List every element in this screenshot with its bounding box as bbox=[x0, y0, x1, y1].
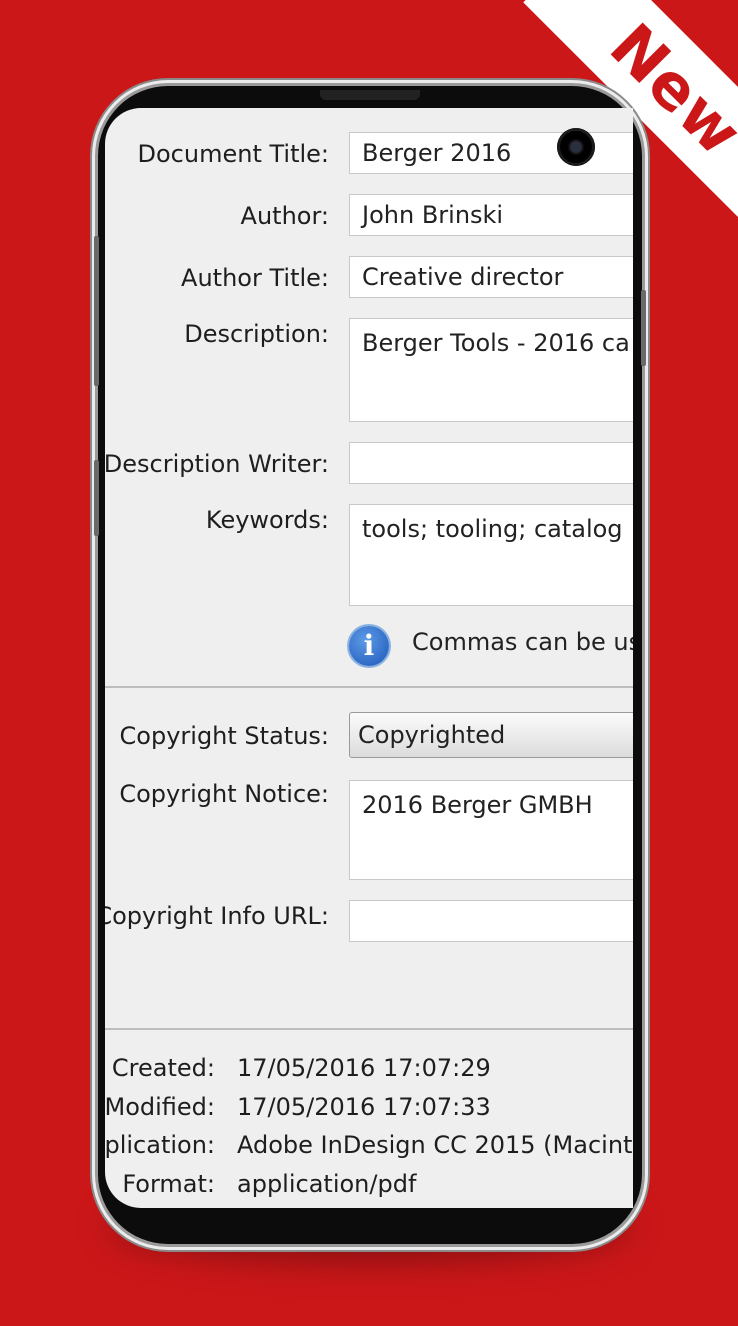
copyright-info-url-label: Copyright Info URL: bbox=[105, 902, 329, 930]
author-label: Author: bbox=[240, 202, 329, 230]
keywords-label: Keywords: bbox=[205, 506, 329, 534]
author-field[interactable]: John Brinski bbox=[349, 194, 633, 236]
metadata-divider bbox=[105, 1028, 633, 1030]
author-title-field[interactable]: Creative director bbox=[349, 256, 633, 298]
created-label: Created: bbox=[111, 1054, 215, 1082]
keywords-hint-text: Commas can be us bbox=[412, 628, 633, 656]
earpiece-speaker bbox=[320, 90, 420, 100]
copyright-status-label: Copyright Status: bbox=[119, 722, 329, 750]
description-writer-field[interactable] bbox=[349, 442, 633, 484]
power-button bbox=[641, 290, 646, 366]
description-field[interactable]: Berger Tools - 2016 ca bbox=[349, 318, 633, 422]
description-writer-label: Description Writer: bbox=[105, 450, 329, 478]
copyright-status-select[interactable]: Copyrighted ▼ bbox=[349, 712, 633, 758]
created-value: 17/05/2016 17:07:29 bbox=[237, 1054, 491, 1082]
camera-icon bbox=[557, 128, 595, 166]
modified-label: Modified: bbox=[105, 1093, 215, 1121]
document-title-label: Document Title: bbox=[137, 140, 329, 168]
format-value: application/pdf bbox=[237, 1170, 417, 1198]
copyright-status-value: Copyrighted bbox=[358, 721, 506, 749]
modified-value: 17/05/2016 17:07:33 bbox=[237, 1093, 491, 1121]
volume-button bbox=[94, 236, 99, 386]
bixby-button bbox=[94, 460, 99, 536]
copyright-info-url-field[interactable] bbox=[349, 900, 633, 942]
info-icon: i bbox=[349, 626, 389, 666]
author-title-label: Author Title: bbox=[181, 264, 329, 292]
application-value: Adobe InDesign CC 2015 (Macintosh) bbox=[237, 1131, 633, 1159]
section-divider bbox=[105, 686, 633, 688]
copyright-notice-field[interactable]: 2016 Berger GMBH bbox=[349, 780, 633, 880]
keywords-field[interactable]: tools; tooling; catalog bbox=[349, 504, 633, 606]
format-label: Format: bbox=[122, 1170, 215, 1198]
description-label: Description: bbox=[184, 320, 329, 348]
screen: Document Title: Berger 2016 Author: John… bbox=[105, 108, 633, 1208]
application-label: Application: bbox=[105, 1131, 215, 1159]
copyright-notice-label: Copyright Notice: bbox=[119, 780, 329, 808]
